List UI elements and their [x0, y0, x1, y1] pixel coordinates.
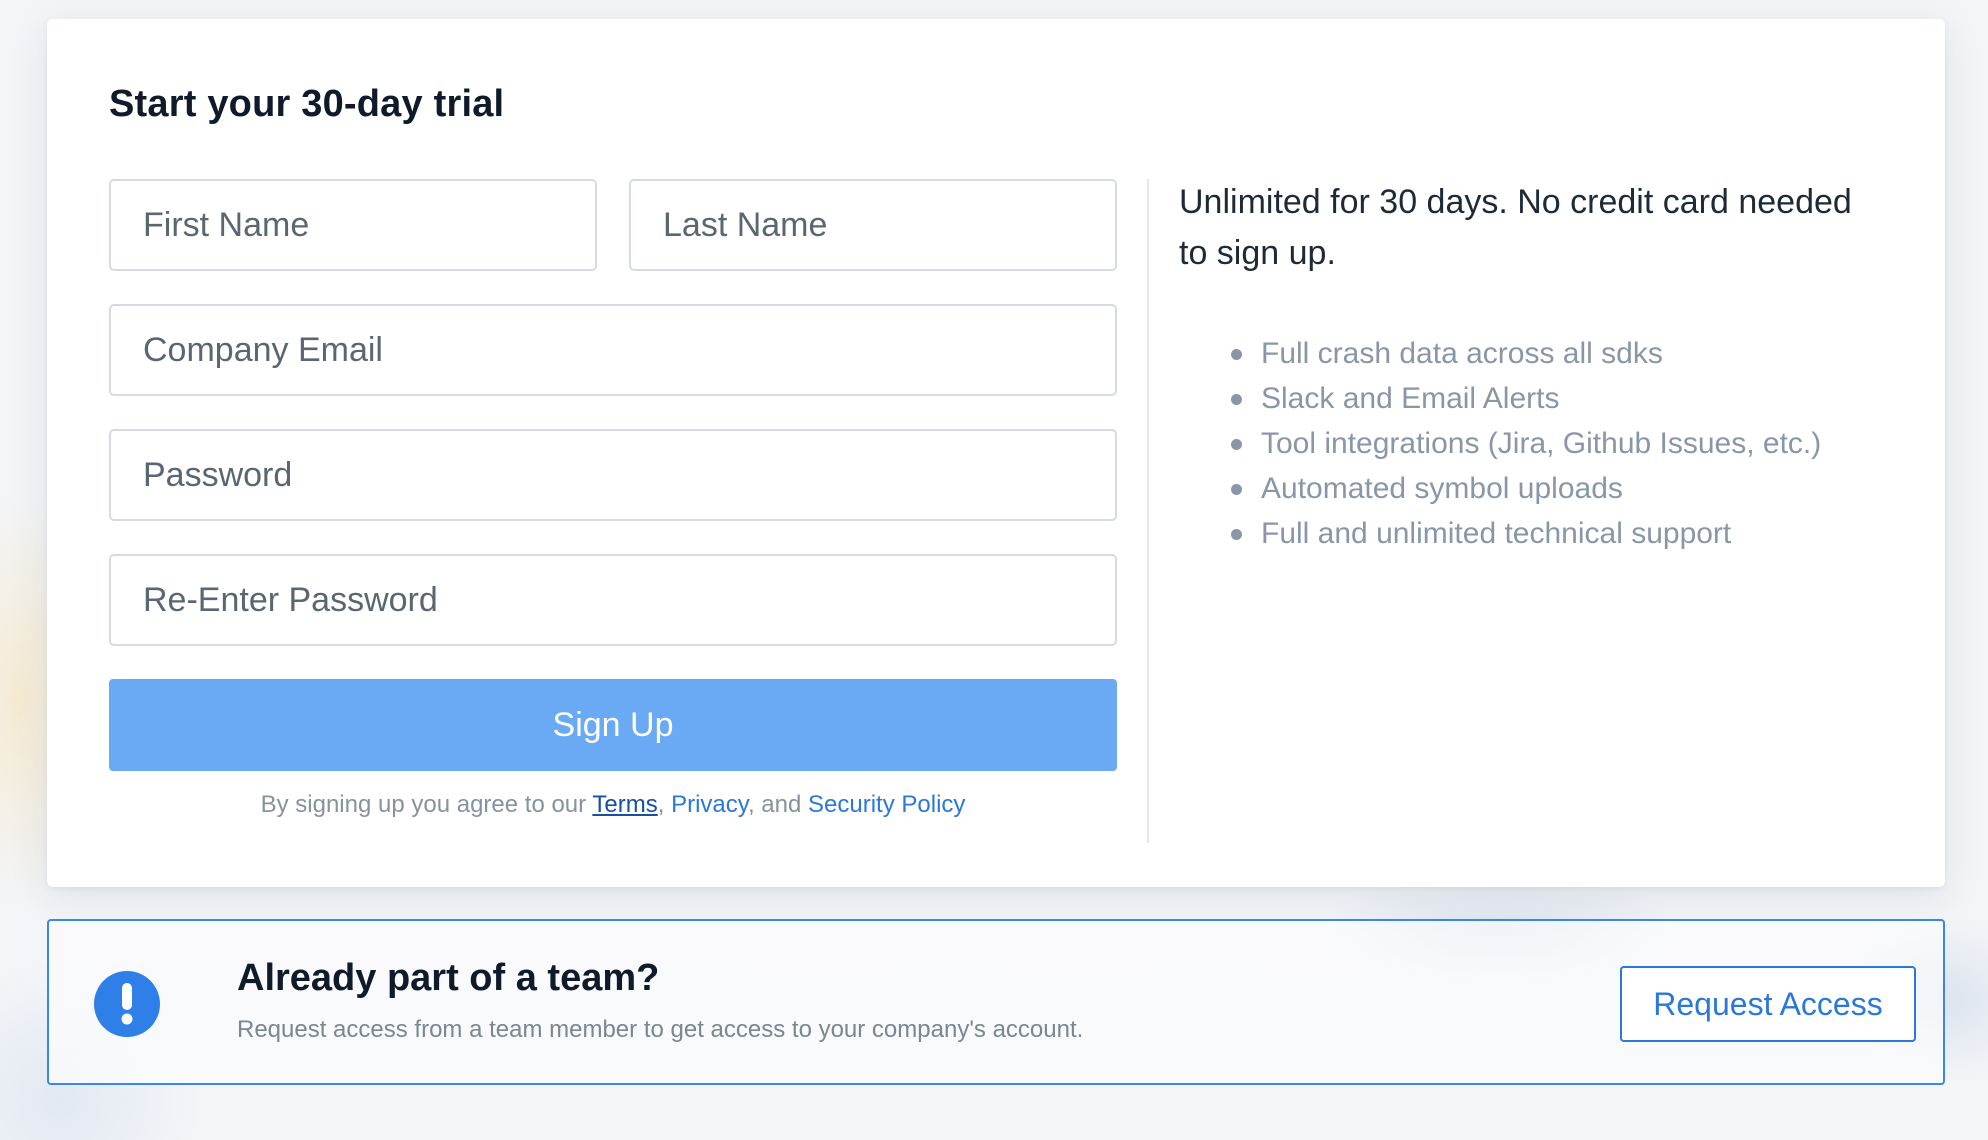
bullet-icon: [1231, 394, 1242, 405]
last-name-field[interactable]: [629, 179, 1117, 271]
company-email-field[interactable]: [109, 304, 1117, 396]
agree-sep-1: ,: [657, 791, 672, 818]
team-subtitle: Request access from a team member to get…: [237, 1016, 1084, 1043]
feature-text: Full crash data across all sdks: [1261, 337, 1663, 370]
sign-up-button[interactable]: Sign Up: [109, 679, 1117, 771]
feature-text: Slack and Email Alerts: [1261, 382, 1560, 415]
signup-card: Start your 30-day trial Sign Up By signi…: [47, 19, 1945, 887]
security-policy-link[interactable]: Security Policy: [808, 791, 965, 818]
bullet-icon: [1231, 349, 1242, 360]
agree-sep-2: , and: [747, 791, 809, 818]
feature-text: Automated symbol uploads: [1261, 472, 1623, 505]
reenter-password-field[interactable]: [109, 554, 1117, 646]
feature-item: Automated symbol uploads: [1231, 466, 1821, 511]
feature-item: Full crash data across all sdks: [1231, 331, 1821, 376]
page-title: Start your 30-day trial: [109, 83, 505, 125]
vertical-divider: [1147, 179, 1149, 843]
privacy-link[interactable]: Privacy: [671, 791, 748, 818]
first-name-field[interactable]: [109, 179, 597, 271]
team-title: Already part of a team?: [237, 957, 660, 999]
feature-text: Full and unlimited technical support: [1261, 517, 1732, 550]
exclamation-icon: [94, 971, 160, 1037]
agree-prefix: By signing up you agree to our: [260, 791, 593, 818]
feature-text: Tool integrations (Jira, Github Issues, …: [1261, 427, 1822, 460]
bullet-icon: [1231, 529, 1242, 540]
bullet-icon: [1231, 484, 1242, 495]
feature-item: Full and unlimited technical support: [1231, 511, 1821, 556]
terms-link[interactable]: Terms: [592, 791, 657, 818]
bullet-icon: [1231, 439, 1242, 450]
request-access-button[interactable]: Request Access: [1620, 966, 1916, 1042]
feature-item: Slack and Email Alerts: [1231, 376, 1821, 421]
feature-item: Tool integrations (Jira, Github Issues, …: [1231, 421, 1821, 466]
feature-list: Full crash data across all sdks Slack an…: [1231, 331, 1821, 556]
terms-agreement: By signing up you agree to our Terms, Pr…: [109, 791, 1117, 819]
team-access-banner: Already part of a team? Request access f…: [47, 919, 1945, 1085]
password-field[interactable]: [109, 429, 1117, 521]
trial-headline: Unlimited for 30 days. No credit card ne…: [1179, 183, 1852, 272]
